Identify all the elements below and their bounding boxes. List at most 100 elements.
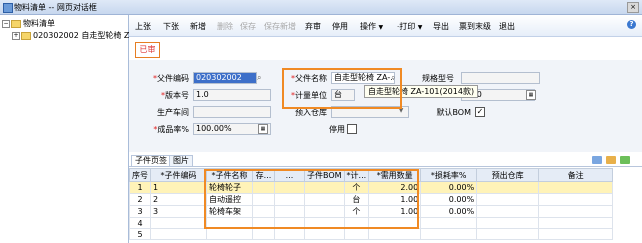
disabled-checkbox[interactable] bbox=[347, 124, 357, 134]
parent-name-input[interactable]: 自走型轮椅 ZA-... bbox=[331, 72, 395, 84]
cell-loss[interactable]: 0.00% bbox=[420, 193, 478, 206]
cell-qty[interactable]: 1.00 bbox=[368, 193, 422, 206]
insert-row-icon[interactable] bbox=[620, 156, 630, 164]
cell-loss[interactable]: 0.00% bbox=[420, 181, 478, 194]
cell-extra[interactable] bbox=[274, 205, 305, 218]
workshop-input[interactable] bbox=[193, 106, 271, 118]
col-header[interactable]: ... bbox=[274, 168, 305, 182]
help-icon[interactable]: ? bbox=[627, 20, 636, 29]
tab-components[interactable]: 子件页签 bbox=[131, 155, 171, 166]
expand-to-last-button[interactable]: 票到末级 bbox=[459, 21, 491, 32]
table-row[interactable]: 4 bbox=[129, 217, 614, 229]
delete-button[interactable]: 删除 bbox=[217, 21, 233, 32]
cell-warehouse[interactable] bbox=[476, 181, 540, 194]
cell-store[interactable] bbox=[252, 181, 275, 194]
collapse-icon[interactable]: − bbox=[2, 19, 10, 28]
operation-menu[interactable]: 操作 ▼ bbox=[360, 21, 383, 32]
cell-unit[interactable]: 台 bbox=[343, 193, 370, 206]
prev-button[interactable]: 上张 bbox=[135, 21, 151, 32]
search-icon[interactable]: ⌕ bbox=[257, 73, 266, 82]
export-button[interactable]: 导出 bbox=[433, 21, 449, 32]
unaudit-button[interactable]: 弃审 bbox=[305, 21, 321, 32]
cell-name[interactable]: 自动遥控 bbox=[206, 193, 253, 206]
save-button[interactable]: 保存 bbox=[240, 21, 256, 32]
next-button[interactable]: 下张 bbox=[163, 21, 179, 32]
cell-bom[interactable] bbox=[304, 205, 345, 218]
col-header[interactable]: *需用数量 bbox=[368, 168, 422, 182]
cell-note[interactable] bbox=[538, 193, 614, 206]
col-header[interactable]: 备注 bbox=[538, 168, 614, 182]
cell-unit[interactable]: 个 bbox=[343, 181, 370, 194]
close-button[interactable]: × bbox=[627, 2, 639, 13]
cell-bom[interactable] bbox=[304, 228, 345, 240]
tab-images[interactable]: 图片 bbox=[169, 155, 193, 166]
col-header[interactable]: *损耗率% bbox=[420, 168, 478, 182]
cell-code[interactable] bbox=[150, 228, 207, 240]
cell-loss[interactable]: 0.00% bbox=[420, 205, 478, 218]
add-button[interactable]: 新增 bbox=[190, 21, 206, 32]
expand-icon[interactable]: + bbox=[12, 31, 20, 40]
parent-code-input[interactable]: 020302002 bbox=[193, 72, 257, 84]
col-header[interactable]: *计... bbox=[343, 168, 370, 182]
save-new-button[interactable]: 保存新增 bbox=[264, 21, 296, 32]
col-header[interactable]: 预出仓库 bbox=[476, 168, 540, 182]
version-input[interactable]: 1.0 bbox=[193, 89, 271, 101]
spec-input[interactable] bbox=[461, 72, 540, 84]
cell-extra[interactable] bbox=[274, 193, 305, 206]
cell-name[interactable] bbox=[206, 228, 253, 240]
table-row[interactable]: 2 2 自动遥控 台 1.00 0.00% bbox=[129, 193, 614, 206]
cell-extra[interactable] bbox=[274, 228, 305, 240]
unit-input[interactable]: 台 bbox=[331, 89, 355, 101]
cell-extra[interactable] bbox=[274, 181, 305, 194]
exit-button[interactable]: 退出 bbox=[499, 21, 515, 32]
cell-store[interactable] bbox=[252, 228, 275, 240]
cell-code[interactable] bbox=[150, 217, 207, 229]
calculator-icon[interactable]: ▦ bbox=[258, 124, 268, 134]
cell-store[interactable] bbox=[252, 193, 275, 206]
chevron-down-icon[interactable]: ▼ bbox=[397, 106, 405, 116]
cell-store[interactable] bbox=[252, 217, 275, 229]
default-bom-checkbox[interactable]: ✓ bbox=[475, 107, 485, 117]
cell-code[interactable]: 3 bbox=[150, 205, 207, 218]
cell-loss[interactable] bbox=[420, 217, 478, 229]
cell-name[interactable]: 轮椅轮子 bbox=[206, 181, 253, 194]
cell-warehouse[interactable] bbox=[476, 205, 540, 218]
cell-qty[interactable]: 1.00 bbox=[368, 205, 422, 218]
cell-name[interactable] bbox=[206, 217, 253, 229]
cell-qty[interactable] bbox=[368, 217, 422, 229]
search-icon[interactable]: ⌕ bbox=[391, 73, 400, 82]
copy-row-icon[interactable] bbox=[592, 156, 602, 164]
cell-note[interactable] bbox=[538, 181, 614, 194]
cell-bom[interactable] bbox=[304, 181, 345, 194]
col-header[interactable]: 序号 bbox=[129, 168, 151, 182]
paste-row-icon[interactable] bbox=[606, 156, 616, 164]
cell-unit[interactable]: 个 bbox=[343, 205, 370, 218]
cell-bom[interactable] bbox=[304, 193, 345, 206]
calendar-icon[interactable]: ▦ bbox=[526, 90, 536, 100]
cell-bom[interactable] bbox=[304, 217, 345, 229]
cell-note[interactable] bbox=[538, 205, 614, 218]
col-header[interactable]: 存... bbox=[252, 168, 275, 182]
cell-warehouse[interactable] bbox=[476, 228, 540, 240]
cell-note[interactable] bbox=[538, 228, 614, 240]
cell-unit[interactable] bbox=[343, 217, 370, 229]
cell-qty[interactable]: 2.00 bbox=[368, 181, 422, 194]
print-menu[interactable]: ·打印 ▼ bbox=[397, 21, 422, 32]
tree-root[interactable]: − 物料清单 bbox=[2, 18, 55, 29]
table-row[interactable]: 1 1 轮椅轮子 个 2.00 0.00% bbox=[129, 181, 614, 194]
col-header[interactable]: *子件编码 bbox=[150, 168, 207, 182]
cell-unit[interactable] bbox=[343, 228, 370, 240]
cell-store[interactable] bbox=[252, 205, 275, 218]
table-row[interactable]: 5 bbox=[129, 228, 614, 240]
cell-warehouse[interactable] bbox=[476, 193, 540, 206]
tree-child[interactable]: +020302002 自走型轮椅 ZA bbox=[12, 30, 135, 41]
cell-qty[interactable] bbox=[368, 228, 422, 240]
col-header[interactable]: *子件名称 bbox=[206, 168, 253, 182]
col-header[interactable]: 子件BOM bbox=[304, 168, 345, 182]
cell-note[interactable] bbox=[538, 217, 614, 229]
cell-loss[interactable] bbox=[420, 228, 478, 240]
table-row[interactable]: 3 3 轮椅车架 个 1.00 0.00% bbox=[129, 205, 614, 218]
cell-code[interactable]: 2 bbox=[150, 193, 207, 206]
cell-code[interactable]: 1 bbox=[150, 181, 207, 194]
cell-warehouse[interactable] bbox=[476, 217, 540, 229]
